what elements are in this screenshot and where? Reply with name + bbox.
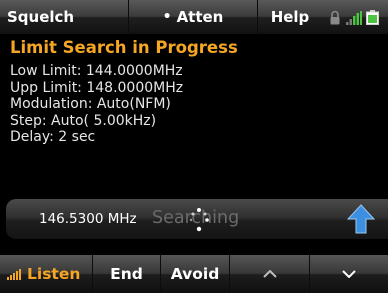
squelch-button[interactable]: Squelch: [0, 0, 129, 34]
upp-limit-text: Upp Limit: 148.0000MHz: [10, 79, 184, 96]
battery-icon: [366, 10, 379, 25]
modulation-text: Modulation: Auto(NFM): [10, 96, 171, 113]
scroll-down-button[interactable]: [310, 255, 388, 293]
avoid-button[interactable]: Avoid: [161, 255, 230, 293]
delay-text: Delay: 2 sec: [10, 129, 96, 146]
end-label: End: [110, 265, 143, 283]
squelch-label: Squelch: [7, 8, 75, 26]
search-parameters: Low Limit: 144.0000MHz Upp Limit: 148.00…: [10, 63, 183, 146]
step-text: Step: Auto( 5.00kHz): [10, 112, 157, 129]
chevron-down-icon: [342, 270, 356, 278]
atten-label: Atten: [176, 8, 224, 26]
scroll-up-button[interactable]: [230, 255, 310, 293]
atten-button[interactable]: • Atten: [129, 0, 258, 34]
chevron-up-icon: [262, 270, 277, 278]
lock-icon: [330, 10, 340, 25]
avoid-label: Avoid: [170, 265, 220, 283]
up-arrow-icon[interactable]: [347, 204, 375, 234]
signal-strength-icon: [346, 11, 362, 25]
top-softkey-bar: Squelch • Atten Help: [0, 0, 388, 34]
bottom-softkey-bar: Listen End Avoid: [0, 255, 388, 293]
low-limit-text: Low Limit: 144.0000MHz: [10, 63, 183, 79]
listen-label: Listen: [27, 265, 81, 283]
current-frequency: 146.5300 MHz: [39, 211, 137, 227]
busy-spinner-icon: [189, 208, 209, 232]
atten-indicator-icon: •: [162, 9, 172, 25]
help-label: Help: [270, 8, 310, 26]
listen-button[interactable]: Listen: [0, 255, 93, 293]
signal-bars-icon: [7, 269, 21, 280]
status-strip: 146.5300 MHz Searching: [6, 199, 388, 239]
page-title: Limit Search in Progress: [10, 38, 238, 57]
end-button[interactable]: End: [93, 255, 161, 293]
help-button[interactable]: Help: [258, 0, 388, 34]
